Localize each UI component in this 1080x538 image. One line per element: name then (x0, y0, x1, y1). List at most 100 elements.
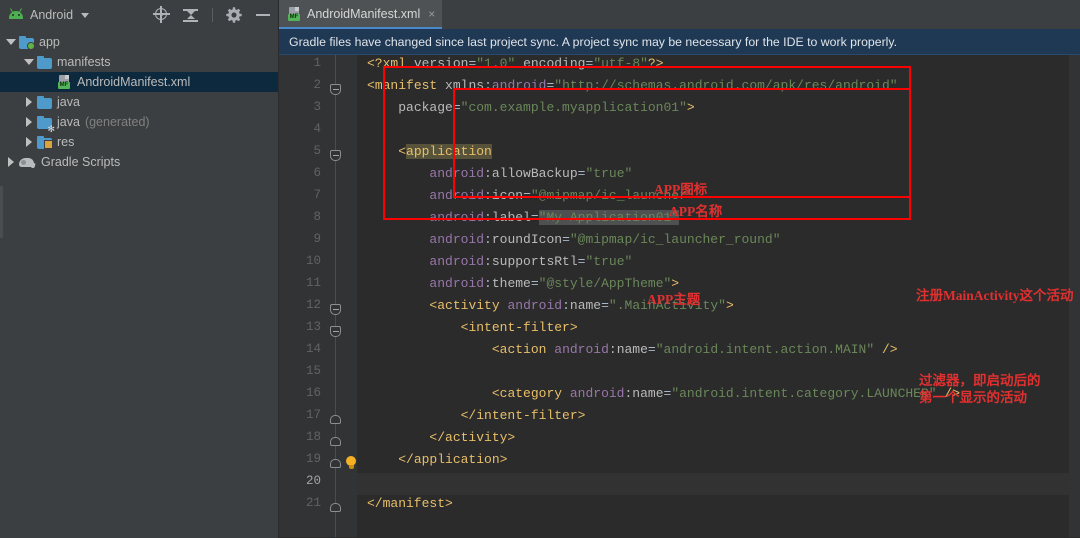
code-line[interactable]: <category android:name="android.intent.c… (367, 386, 960, 401)
code-fold-collapse-icon[interactable] (330, 304, 341, 315)
tree-item-java[interactable]: java (0, 92, 278, 112)
code-fold-end-icon[interactable] (330, 458, 341, 469)
intention-lightbulb-icon[interactable] (345, 456, 357, 470)
line-number: 19 (305, 452, 321, 466)
tree-item-label: java (57, 95, 80, 109)
line-number: 6 (313, 166, 321, 180)
manifest-file-icon: MF (57, 75, 72, 89)
tree-item-app[interactable]: app (0, 32, 278, 52)
line-number: 11 (305, 276, 321, 290)
folder-res-icon (37, 135, 53, 149)
folder-generated-icon (37, 115, 55, 134)
settings-gear-icon[interactable] (224, 5, 244, 25)
tree-item-label: manifests (57, 55, 111, 69)
editor-area: MF AndroidManifest.xml × Gradle files ha… (279, 0, 1080, 538)
line-number: 1 (313, 56, 321, 70)
code-line[interactable]: </activity> (367, 430, 515, 445)
tree-item-androidmanifest-xml[interactable]: MF AndroidManifest.xml (0, 72, 278, 92)
line-number: 4 (313, 122, 321, 136)
code-fold-collapse-icon[interactable] (330, 84, 341, 95)
toolbar-divider (212, 8, 213, 22)
code-fold-end-icon[interactable] (330, 502, 341, 513)
gradle-sync-banner-text: Gradle files have changed since last pro… (289, 34, 898, 49)
panel-toolbar-buttons (152, 0, 273, 30)
expand-arrow-icon[interactable] (24, 137, 34, 147)
line-number: 7 (313, 188, 321, 202)
expand-arrow-icon[interactable] (24, 97, 34, 107)
minimize-icon[interactable] (253, 5, 273, 25)
tab-label: AndroidManifest.xml (307, 6, 421, 21)
app-icon-note: APP图标 (654, 182, 708, 197)
line-number: 18 (305, 430, 321, 444)
line-number: 8 (313, 210, 321, 224)
tree-item-label: Gradle Scripts (41, 155, 121, 169)
gradle-elephant-icon (19, 156, 36, 169)
tree-item-label: AndroidManifest.xml (77, 75, 191, 89)
code-line[interactable]: </manifest> (367, 496, 453, 511)
tree-item-suffix: (generated) (84, 115, 150, 129)
code-editor-canvas[interactable]: 1 2 3 4 5 6 7 8 9 10 11 12 13 14 15 16 17 18 19 20 21 <?xml … (279, 55, 1080, 538)
project-panel: Android app manifests MF AndroidManifest… (0, 0, 279, 538)
code-line[interactable]: </intent-filter> (367, 408, 586, 423)
panel-edge-accent (0, 186, 3, 238)
tree-item-label: java (57, 115, 80, 129)
app-name-note: APP名称 (669, 204, 723, 219)
android-robot-icon (8, 7, 24, 23)
expand-arrow-icon[interactable] (6, 37, 16, 47)
line-number: 3 (313, 100, 321, 114)
collapse-all-icon[interactable] (181, 5, 201, 25)
line-number: 20 (305, 474, 321, 488)
line-number: 13 (305, 320, 321, 334)
project-panel-toolbar: Android (0, 0, 278, 30)
editor-tab-bar: MF AndroidManifest.xml × (279, 0, 1080, 29)
close-icon[interactable]: × (428, 8, 435, 20)
code-fold-end-icon[interactable] (330, 414, 341, 425)
expand-arrow-placeholder-icon (44, 77, 54, 87)
line-number: 21 (305, 496, 321, 510)
code-line[interactable]: android:theme="@style/AppTheme"> (367, 276, 679, 291)
tab-androidmanifest-xml[interactable]: MF AndroidManifest.xml × (279, 0, 443, 29)
code-fold-collapse-icon[interactable] (330, 326, 341, 337)
app-theme-note: APP主题 (647, 292, 701, 307)
project-file-tree: app manifests MF AndroidManifest.xml jav… (0, 30, 278, 172)
locate-target-icon[interactable] (152, 5, 172, 25)
manifest-file-icon: MF (287, 6, 302, 21)
folder-icon (37, 55, 52, 69)
tree-item-res[interactable]: res (0, 132, 278, 152)
intent-filter-note-line1: 过滤器，即启动后的 (919, 373, 1041, 388)
expand-arrow-icon[interactable] (6, 157, 16, 167)
line-number: 5 (313, 144, 321, 158)
line-number: 15 (305, 364, 321, 378)
code-line[interactable]: android:roundIcon="@mipmap/ic_launcher_r… (367, 232, 780, 247)
line-number: 9 (313, 232, 321, 246)
line-number: 14 (305, 342, 321, 356)
code-line[interactable]: <action android:name="android.intent.act… (367, 342, 898, 357)
tree-item-java-generated[interactable]: java (generated) (0, 112, 278, 134)
folder-module-icon (19, 35, 35, 50)
intent-filter-note-line2: 第一个显示的活动 (919, 390, 1027, 405)
code-fold-collapse-icon[interactable] (330, 150, 341, 161)
tree-item-manifests[interactable]: manifests (0, 52, 278, 72)
code-line[interactable]: <intent-filter> (367, 320, 578, 335)
register-activity-note: 注册MainActivity这个活动 (916, 288, 1074, 303)
android-studio-window: Android app manifests MF AndroidManifest… (0, 0, 1080, 538)
folder-icon (37, 95, 52, 109)
chevron-down-icon[interactable] (81, 12, 90, 18)
tab-bar-empty-space (442, 0, 1080, 29)
code-line[interactable]: </application> (367, 452, 507, 467)
line-number: 2 (313, 78, 321, 92)
gradle-sync-banner: Gradle files have changed since last pro… (279, 29, 1080, 55)
tree-item-gradle-scripts[interactable]: Gradle Scripts (0, 152, 278, 172)
code-fold-end-icon[interactable] (330, 436, 341, 447)
expand-arrow-icon[interactable] (24, 117, 34, 127)
line-number: 16 (305, 386, 321, 400)
line-number: 12 (305, 298, 321, 312)
line-number: 17 (305, 408, 321, 422)
tree-item-label: app (39, 35, 60, 49)
expand-arrow-icon[interactable] (24, 57, 34, 67)
tree-item-label: res (57, 135, 75, 149)
line-number: 10 (305, 254, 321, 268)
caret-line-highlight (357, 473, 1069, 495)
project-view-selector-label: Android (30, 8, 74, 22)
code-line[interactable]: android:supportsRtl="true" (367, 254, 632, 269)
